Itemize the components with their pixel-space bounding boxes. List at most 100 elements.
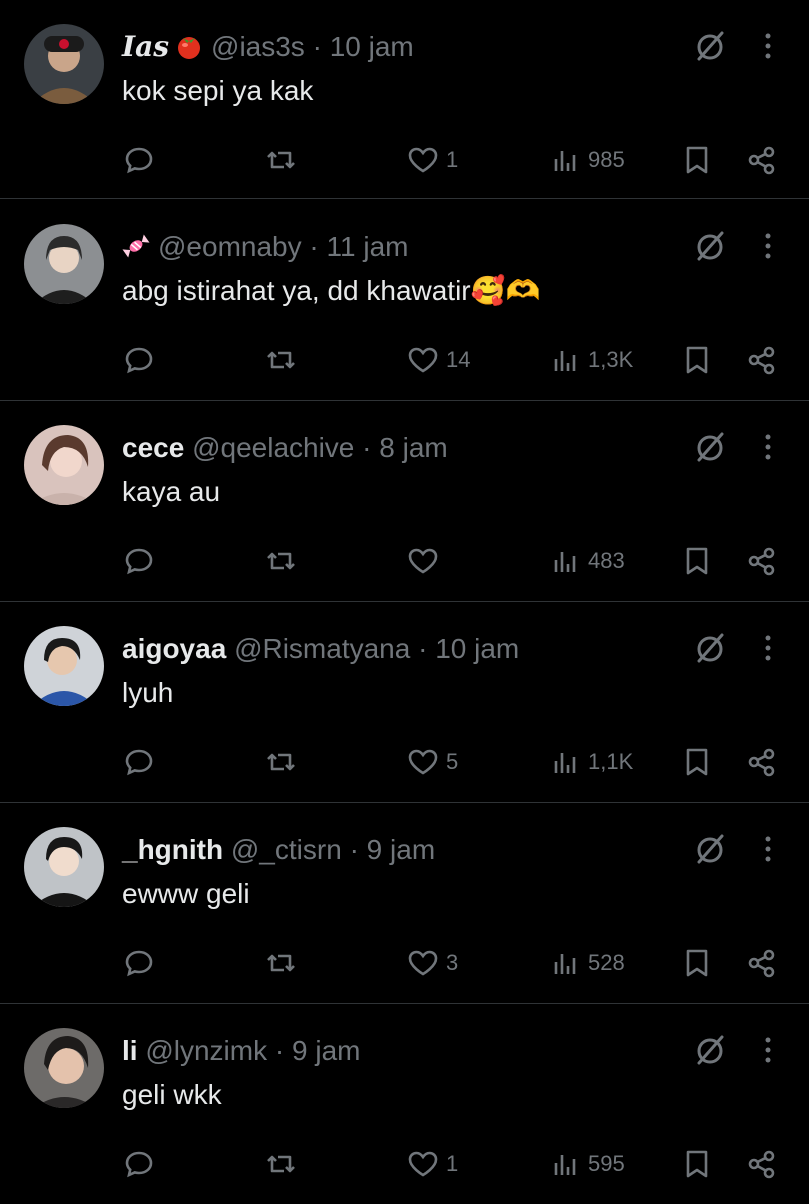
grok-icon[interactable] bbox=[692, 28, 728, 64]
views-icon bbox=[554, 954, 576, 974]
more-icon[interactable] bbox=[754, 30, 782, 62]
more-icon[interactable] bbox=[754, 632, 782, 664]
timestamp[interactable]: 9 jam bbox=[292, 1035, 360, 1066]
reply-button[interactable] bbox=[122, 740, 156, 784]
views-button[interactable]: 1,3K bbox=[548, 338, 633, 382]
user-handle[interactable]: @lynzimk bbox=[145, 1035, 267, 1066]
separator-dot: · bbox=[362, 432, 372, 463]
like-button[interactable]: 5 bbox=[406, 740, 458, 784]
views-button[interactable]: 528 bbox=[548, 941, 625, 985]
share-button[interactable] bbox=[745, 138, 779, 182]
retweet-button[interactable] bbox=[264, 138, 298, 182]
retweet-button[interactable] bbox=[264, 338, 298, 382]
bookmark-button[interactable] bbox=[680, 539, 714, 583]
user-handle[interactable]: @Rismatyana bbox=[234, 633, 410, 664]
more-icon[interactable] bbox=[754, 1034, 782, 1066]
timestamp[interactable]: 10 jam bbox=[330, 31, 414, 62]
reply-feed: Ias @ias3s · 10 jam kok sepi ya kak 1 985… bbox=[0, 0, 809, 1200]
like-button[interactable] bbox=[406, 539, 446, 583]
views-button[interactable]: 595 bbox=[548, 1142, 625, 1186]
reply-icon bbox=[125, 1151, 153, 1178]
like-button[interactable]: 14 bbox=[406, 338, 470, 382]
user-handle[interactable]: @ias3s bbox=[211, 31, 305, 62]
share-button[interactable] bbox=[745, 740, 779, 784]
reply-button[interactable] bbox=[122, 539, 156, 583]
reply-item[interactable]: cece @qeelachive · 8 jam kaya au 483 bbox=[0, 401, 809, 601]
bookmark-icon bbox=[686, 146, 708, 174]
share-button[interactable] bbox=[745, 1142, 779, 1186]
avatar[interactable] bbox=[24, 224, 104, 304]
more-icon[interactable] bbox=[754, 833, 782, 865]
bookmark-button[interactable] bbox=[680, 941, 714, 985]
share-icon bbox=[748, 146, 775, 175]
grok-icon[interactable] bbox=[692, 228, 728, 264]
reply-text: kaya au bbox=[122, 476, 221, 507]
reply-button[interactable] bbox=[122, 138, 156, 182]
reply-header: li @lynzimk · 9 jam bbox=[122, 1034, 360, 1068]
reply-item[interactable]: _hgnith @_ctisrn · 9 jam ewww geli 3 528 bbox=[0, 803, 809, 1003]
avatar[interactable] bbox=[24, 24, 104, 104]
reply-text: abg istirahat ya, dd khawatir🥰🫶 bbox=[122, 275, 541, 306]
share-icon bbox=[748, 346, 775, 375]
timestamp[interactable]: 8 jam bbox=[379, 432, 447, 463]
more-icon[interactable] bbox=[754, 431, 782, 463]
views-icon bbox=[554, 1155, 576, 1175]
retweet-button[interactable] bbox=[264, 1142, 298, 1186]
reply-header: aigoyaa @Rismatyana · 10 jam bbox=[122, 632, 519, 666]
view-count: 1,3K bbox=[588, 347, 634, 372]
like-button[interactable]: 1 bbox=[406, 138, 458, 182]
like-button[interactable]: 1 bbox=[406, 1142, 458, 1186]
timestamp[interactable]: 11 jam bbox=[327, 231, 409, 262]
grok-icon[interactable] bbox=[692, 831, 728, 867]
separator-dot: · bbox=[274, 1035, 285, 1066]
grok-icon[interactable] bbox=[692, 630, 728, 666]
reply-button[interactable] bbox=[122, 941, 156, 985]
reply-button[interactable] bbox=[122, 338, 156, 382]
avatar[interactable] bbox=[24, 1028, 104, 1108]
heart-icon bbox=[408, 950, 438, 976]
candy-emoji bbox=[122, 232, 150, 260]
reply-icon bbox=[125, 147, 153, 174]
retweet-button[interactable] bbox=[264, 539, 298, 583]
bookmark-button[interactable] bbox=[680, 740, 714, 784]
reply-item[interactable]: aigoyaa @Rismatyana · 10 jam lyuh 5 1,1K bbox=[0, 602, 809, 802]
retweet-button[interactable] bbox=[264, 941, 298, 985]
bookmark-button[interactable] bbox=[680, 138, 714, 182]
share-button[interactable] bbox=[745, 539, 779, 583]
user-handle[interactable]: @_ctisrn bbox=[231, 834, 342, 865]
share-button[interactable] bbox=[745, 941, 779, 985]
bookmark-button[interactable] bbox=[680, 1142, 714, 1186]
avatar[interactable] bbox=[24, 827, 104, 907]
display-name[interactable]: aigoyaa bbox=[122, 633, 226, 664]
views-button[interactable]: 483 bbox=[548, 539, 625, 583]
timestamp[interactable]: 10 jam bbox=[435, 633, 519, 664]
more-icon[interactable] bbox=[754, 230, 782, 262]
reply-item[interactable]: Ias @ias3s · 10 jam kok sepi ya kak 1 985 bbox=[0, 0, 809, 200]
avatar[interactable] bbox=[24, 425, 104, 505]
display-name[interactable]: cece bbox=[122, 432, 184, 463]
view-count: 985 bbox=[588, 147, 625, 172]
grok-icon[interactable] bbox=[692, 1032, 728, 1068]
share-button[interactable] bbox=[745, 338, 779, 382]
like-count: 1 bbox=[446, 1151, 459, 1176]
reply-text: geli wkk bbox=[122, 1079, 222, 1110]
display-name[interactable]: li bbox=[122, 1035, 138, 1066]
avatar[interactable] bbox=[24, 626, 104, 706]
retweet-button[interactable] bbox=[264, 740, 298, 784]
display-name[interactable]: _hgnith bbox=[122, 834, 223, 865]
user-handle[interactable]: @qeelachive bbox=[192, 432, 354, 463]
like-button[interactable]: 3 bbox=[406, 941, 458, 985]
views-button[interactable]: 985 bbox=[548, 138, 625, 182]
bookmark-button[interactable] bbox=[680, 338, 714, 382]
timestamp[interactable]: 9 jam bbox=[367, 834, 435, 865]
display-name[interactable]: Ias bbox=[122, 30, 169, 63]
reply-item[interactable]: @eomnaby · 11 jam abg istirahat ya, dd k… bbox=[0, 200, 809, 400]
heart-icon bbox=[408, 548, 438, 574]
views-button[interactable]: 1,1K bbox=[548, 740, 633, 784]
user-handle[interactable]: @eomnaby bbox=[158, 231, 302, 262]
reply-item[interactable]: li @lynzimk · 9 jam geli wkk 1 595 bbox=[0, 1004, 809, 1204]
reply-button[interactable] bbox=[122, 1142, 156, 1186]
grok-icon[interactable] bbox=[692, 429, 728, 465]
view-count: 1,1K bbox=[588, 749, 634, 774]
views-icon bbox=[554, 151, 576, 171]
